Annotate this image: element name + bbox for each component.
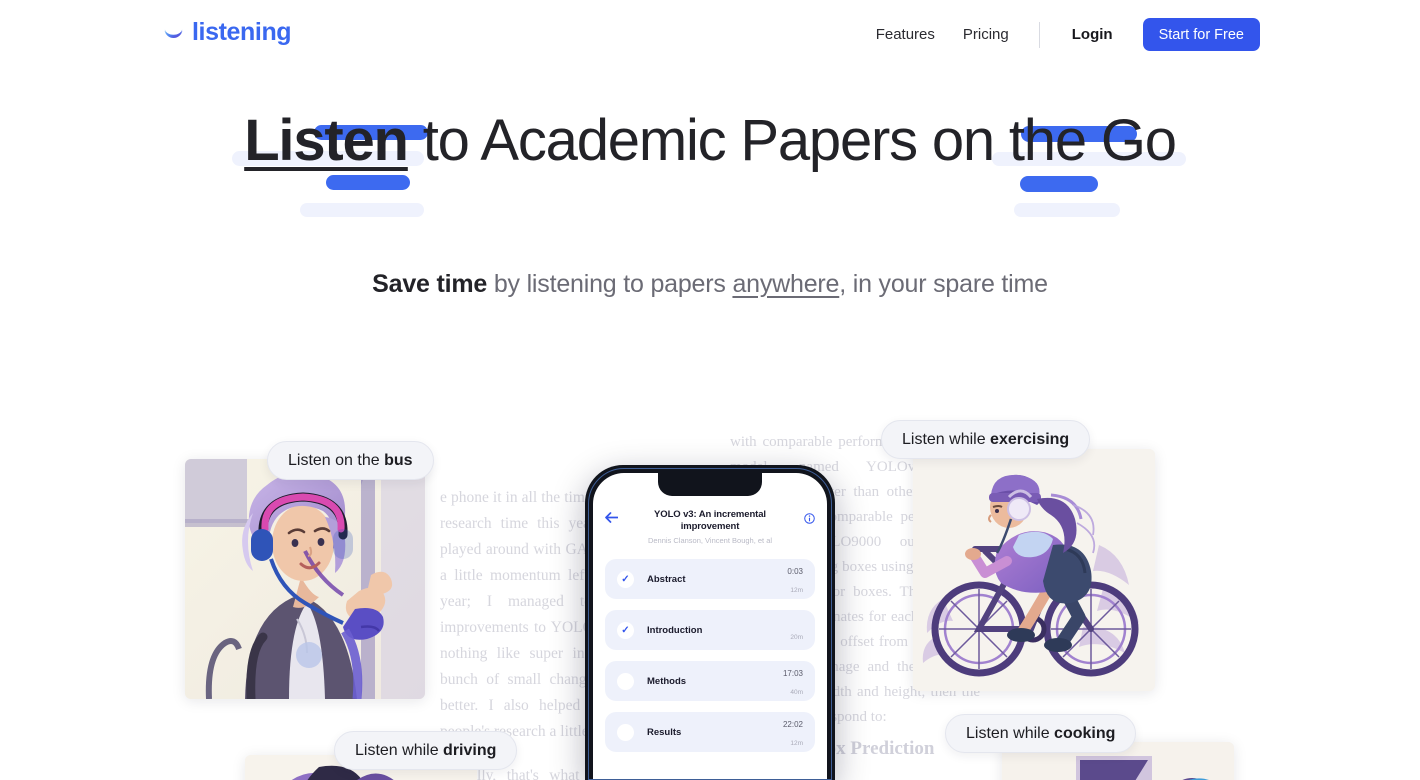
pill-prefix: Listen while bbox=[902, 431, 991, 448]
section-label: Abstract bbox=[647, 573, 686, 585]
phone-paper-authors: Dennis Clanson, Vincent Bough, et al bbox=[647, 536, 773, 545]
pill-listen-while-cooking: Listen while cooking bbox=[945, 714, 1137, 753]
pill-prefix: Listen on the bbox=[288, 452, 385, 469]
image-bus-listener bbox=[185, 459, 425, 699]
decor-bar-blue bbox=[1020, 176, 1098, 192]
info-circle-icon[interactable] bbox=[804, 511, 815, 529]
phone-paper-title: YOLO v3: An incremental improvement bbox=[654, 509, 766, 532]
brand-logo[interactable]: listening bbox=[162, 18, 292, 46]
phone-notch bbox=[658, 473, 762, 496]
phone-body: YOLO v3: An incremental improvement Denn… bbox=[585, 465, 835, 780]
start-for-free-button[interactable]: Start for Free bbox=[1142, 18, 1260, 51]
section-times: 0:03 12m bbox=[787, 561, 803, 597]
decor-bar-blue bbox=[326, 175, 410, 190]
pill-listen-on-the-bus: Listen on the bus bbox=[267, 441, 434, 480]
nav-link-pricing[interactable]: Pricing bbox=[949, 18, 1023, 51]
page-title: Listen to Academic Papers on the Go bbox=[0, 110, 1420, 172]
empty-circle-icon bbox=[617, 672, 634, 690]
hero-title-emphasis: Listen bbox=[244, 108, 409, 173]
decor-bar-pale bbox=[300, 203, 424, 217]
image-cyclist bbox=[913, 449, 1155, 691]
cyclist-illustration-svg bbox=[913, 449, 1155, 691]
landing-page: e phone it in all the time. I spent a lo… bbox=[0, 0, 1420, 780]
pill-prefix: Listen while bbox=[355, 742, 444, 759]
section-duration: 12m bbox=[790, 587, 803, 594]
section-times: 17:03 40m bbox=[783, 663, 803, 699]
bus-illustration-svg bbox=[185, 459, 425, 699]
hero-title-rest: to Academic Papers on the Go bbox=[407, 108, 1177, 173]
nav-actions: Features Pricing Login Start for Free bbox=[862, 18, 1260, 51]
phone-section-row-results[interactable]: Results 22:02 12m bbox=[605, 712, 815, 752]
pill-prefix: Listen while bbox=[966, 725, 1055, 742]
decor-bar-pale bbox=[1014, 203, 1120, 217]
section-time: 17:03 bbox=[782, 669, 803, 678]
brand-name: listening bbox=[192, 18, 292, 46]
top-navigation: listening Features Pricing Login Start f… bbox=[0, 0, 1420, 70]
section-times: 20m bbox=[790, 626, 803, 644]
phone-screen: YOLO v3: An incremental improvement Denn… bbox=[593, 473, 827, 780]
section-time: 22:02 bbox=[782, 720, 803, 729]
section-label: Results bbox=[647, 726, 682, 738]
phone-mockup: YOLO v3: An incremental improvement Denn… bbox=[585, 465, 835, 780]
phone-section-row-abstract[interactable]: ✓ Abstract 0:03 12m bbox=[605, 559, 815, 599]
phone-section-row-methods[interactable]: Methods 17:03 40m bbox=[605, 661, 815, 701]
section-label: Methods bbox=[647, 675, 687, 687]
pill-strong: driving bbox=[443, 742, 497, 759]
pill-strong: cooking bbox=[1054, 725, 1116, 742]
section-times: 22:02 12m bbox=[783, 714, 803, 750]
hero-sub-mid: by listening to papers bbox=[487, 270, 733, 298]
pill-listen-while-driving: Listen while driving bbox=[334, 731, 518, 770]
nav-divider bbox=[1038, 21, 1040, 48]
section-duration: 12m bbox=[790, 740, 803, 747]
hero-sub-underline: anywhere bbox=[732, 270, 840, 298]
hero-sub-end: , in your spare time bbox=[839, 270, 1048, 298]
phone-section-row-introduction[interactable]: ✓ Introduction 20m bbox=[605, 610, 815, 650]
crescent-logo-icon bbox=[164, 28, 183, 39]
check-icon: ✓ bbox=[617, 570, 634, 588]
section-time: 0:03 bbox=[787, 567, 803, 576]
hero-sub-bold: Save time bbox=[372, 270, 488, 298]
check-icon: ✓ bbox=[617, 621, 634, 639]
pill-listen-while-exercising: Listen while exercising bbox=[881, 420, 1091, 459]
empty-circle-icon bbox=[617, 723, 634, 741]
nav-link-features[interactable]: Features bbox=[862, 18, 949, 51]
pill-strong: bus bbox=[384, 452, 413, 469]
arrow-left-icon[interactable] bbox=[605, 511, 619, 526]
section-label: Introduction bbox=[647, 624, 703, 636]
section-duration: 20m bbox=[790, 634, 803, 641]
hero-subtitle: Save time by listening to papers anywher… bbox=[0, 267, 1420, 302]
phone-section-list: ✓ Abstract 0:03 12m ✓ Introduction 20m M… bbox=[593, 559, 827, 752]
pill-strong: exercising bbox=[990, 431, 1070, 448]
section-duration: 40m bbox=[790, 689, 803, 696]
nav-link-login[interactable]: Login bbox=[1056, 18, 1129, 51]
